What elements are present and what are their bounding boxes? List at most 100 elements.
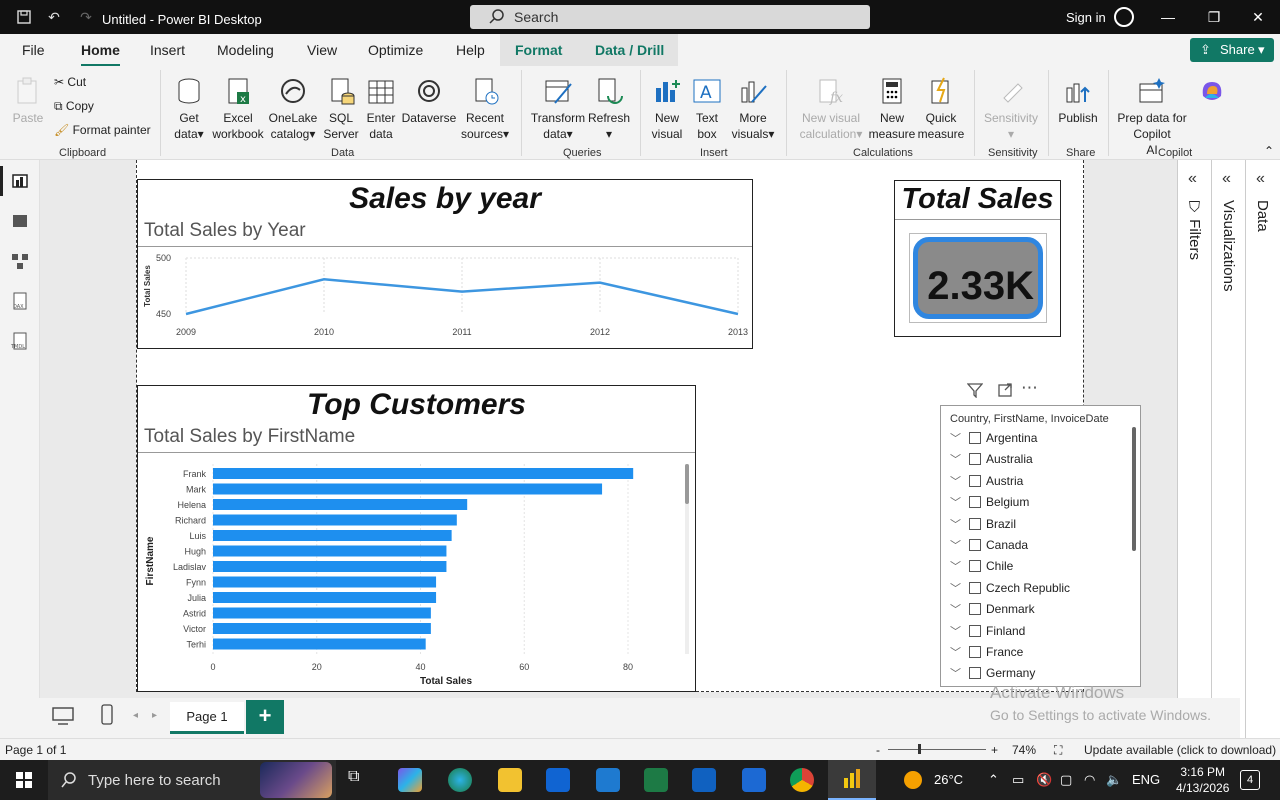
report-view-icon[interactable] <box>10 172 30 190</box>
show-hidden-icons[interactable]: ⌃ <box>988 772 999 788</box>
slicer-item[interactable]: ﹀ Argentina <box>941 429 1126 450</box>
tab-format[interactable]: Format <box>515 42 562 58</box>
language-indicator[interactable]: ENG <box>1132 772 1160 787</box>
slicer-item[interactable]: ﹀ Canada <box>941 536 1126 557</box>
vscode-icon[interactable] <box>596 768 620 792</box>
sign-in-link[interactable]: Sign in <box>1066 10 1106 25</box>
onelake-catalog-button[interactable]: OneLake catalog▾ <box>267 76 319 142</box>
tab-modeling[interactable]: Modeling <box>217 42 274 58</box>
sensitivity-button[interactable]: Sensitivity ▾ <box>982 76 1040 142</box>
prev-page-icon[interactable]: ◂ <box>133 710 138 721</box>
chrome-icon[interactable] <box>790 768 814 792</box>
battery-icon[interactable]: ▭ <box>1012 772 1024 788</box>
slicer-checkbox[interactable] <box>969 603 981 616</box>
file-explorer-icon[interactable] <box>498 768 522 792</box>
slicer-checkbox[interactable] <box>969 474 981 487</box>
tab-insert[interactable]: Insert <box>150 42 185 58</box>
slicer-item[interactable]: ﹀ Brazil <box>941 515 1126 536</box>
slicer-item[interactable]: ﹀ Austria <box>941 472 1126 493</box>
expand-icon[interactable]: « <box>1256 170 1265 188</box>
clock[interactable]: 3:16 PM 4/13/2026 <box>1176 764 1229 796</box>
dax-query-view-icon[interactable]: DAX <box>10 292 30 310</box>
slicer-item[interactable]: ﹀ Belgium <box>941 493 1126 514</box>
chevron-down-icon[interactable]: ﹀ <box>950 494 961 510</box>
zoom-slider[interactable] <box>888 749 986 750</box>
chevron-down-icon[interactable]: ﹀ <box>950 516 961 532</box>
chevron-down-icon[interactable]: ﹀ <box>950 473 961 489</box>
chevron-down-icon[interactable]: ﹀ <box>950 644 961 660</box>
transform-data-button[interactable]: Transform data▾ <box>530 76 586 142</box>
chevron-down-icon[interactable]: ﹀ <box>950 537 961 553</box>
save-icon[interactable] <box>16 9 32 25</box>
maximize-icon[interactable]: ❐ <box>1204 7 1224 27</box>
desktop-layout-icon[interactable] <box>52 706 74 726</box>
page-tab-1[interactable]: Page 1 <box>170 702 244 734</box>
slicer-item[interactable]: ﹀ Finland <box>941 622 1126 643</box>
windows-start-icon[interactable] <box>16 772 32 788</box>
wifi-icon[interactable]: ◠ <box>1084 772 1095 788</box>
data-pane[interactable]: « Data <box>1245 160 1279 740</box>
zoom-out-icon[interactable]: - <box>876 743 880 757</box>
scrollbar[interactable] <box>685 464 689 654</box>
update-available-link[interactable]: Update available (click to download) <box>1084 743 1276 757</box>
slicer-checkbox[interactable] <box>969 646 981 658</box>
taskbar-search[interactable]: Type here to search <box>48 760 336 800</box>
report-canvas[interactable]: Sales by year Total Sales by Year 500 450… <box>40 160 1177 698</box>
copy-button[interactable]: ⧉ Copy <box>54 99 94 114</box>
new-measure-button[interactable]: New measure <box>868 76 916 142</box>
chevron-down-icon[interactable]: ﹀ <box>950 558 961 574</box>
enter-data-button[interactable]: Enter data <box>362 76 400 142</box>
focus-mode-icon[interactable] <box>997 382 1013 402</box>
expand-icon[interactable]: « <box>1188 170 1197 188</box>
mobile-layout-icon[interactable] <box>100 704 114 726</box>
outlook-icon[interactable] <box>546 768 570 792</box>
chevron-down-icon[interactable]: ﹀ <box>950 623 961 639</box>
redo-icon[interactable]: ↷ <box>78 9 94 25</box>
tmdl-view-icon[interactable]: TMDL <box>10 332 30 350</box>
task-view-icon[interactable]: ⧉ <box>348 768 372 792</box>
table-view-icon[interactable] <box>10 212 30 230</box>
format-painter-button[interactable]: 🖌 Format painter <box>54 123 151 137</box>
more-visuals-button[interactable]: More visuals▾ <box>728 76 778 142</box>
quick-measure-button[interactable]: Quick measure <box>916 76 966 142</box>
filters-pane[interactable]: « ⛉ Filters <box>1177 160 1211 740</box>
total-sales-card[interactable]: Total Sales 2.33K <box>894 180 1061 337</box>
slicer-checkbox[interactable] <box>969 539 981 551</box>
copilot-button[interactable] <box>1192 76 1232 110</box>
dataverse-button[interactable]: Dataverse <box>400 76 458 126</box>
chevron-down-icon[interactable]: ﹀ <box>950 430 961 446</box>
volume-icon[interactable]: 🔈 <box>1106 772 1122 788</box>
search-box[interactable]: Search <box>470 5 870 29</box>
chevron-down-icon[interactable]: ﹀ <box>950 580 961 596</box>
report-page[interactable]: Sales by year Total Sales by Year 500 450… <box>136 160 1141 692</box>
tab-help[interactable]: Help <box>456 42 485 58</box>
slicer-item[interactable]: ﹀ Australia <box>941 450 1126 471</box>
scrollbar-thumb[interactable] <box>685 464 689 504</box>
excel-workbook-button[interactable]: x Excel workbook <box>210 76 266 142</box>
text-box-button[interactable]: A Text box <box>688 76 726 142</box>
slicer-checkbox[interactable] <box>969 624 981 637</box>
chevron-down-icon[interactable]: ﹀ <box>950 665 961 681</box>
slicer-checkbox[interactable] <box>969 496 981 509</box>
next-page-icon[interactable]: ▸ <box>152 710 157 721</box>
tab-home[interactable]: Home <box>81 42 120 67</box>
meet-icon[interactable]: ▢ <box>1060 772 1072 788</box>
get-data-button[interactable]: Get data▾ <box>167 76 211 142</box>
weather-icon[interactable] <box>904 771 922 789</box>
slicer-item[interactable]: ﹀ France <box>941 643 1126 664</box>
zoom-slider-thumb[interactable] <box>918 744 921 754</box>
slicer-checkbox[interactable] <box>969 432 981 444</box>
bar-chart-visual[interactable]: Top Customers Total Sales by FirstName 0… <box>137 385 696 692</box>
mute-icon[interactable]: 🔇 <box>1036 772 1052 788</box>
powerbi-taskbar-active[interactable] <box>828 760 876 800</box>
tab-file[interactable]: File <box>22 42 45 58</box>
copilot-taskbar-icon[interactable] <box>398 768 422 792</box>
slicer-checkbox[interactable] <box>969 453 981 466</box>
chevron-down-icon[interactable]: ﹀ <box>950 601 961 617</box>
new-visual-calculation-button[interactable]: fx New visual calculation▾ <box>796 76 866 142</box>
slicer-item[interactable]: ﹀ Chile <box>941 557 1126 578</box>
line-chart-visual[interactable]: Sales by year Total Sales by Year 500 450… <box>137 179 753 349</box>
slicer-checkbox[interactable] <box>969 517 981 530</box>
tab-view[interactable]: View <box>307 42 337 58</box>
country-slicer[interactable]: Country, FirstName, InvoiceDate ﹀ Argenti… <box>940 405 1141 687</box>
